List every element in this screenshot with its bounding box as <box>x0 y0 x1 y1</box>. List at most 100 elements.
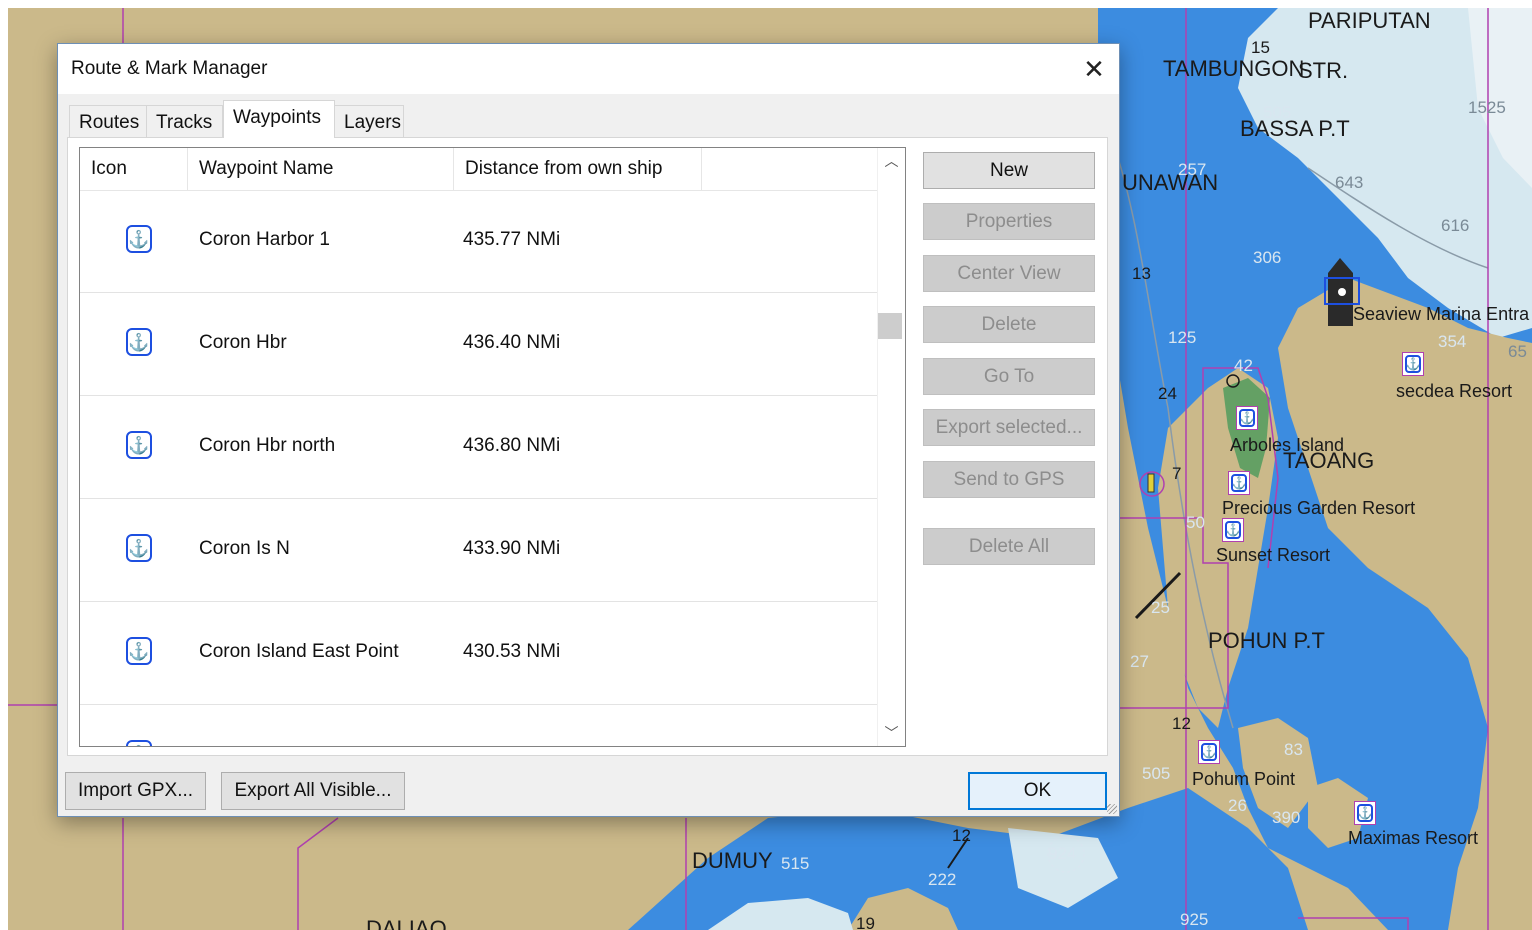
properties-button[interactable]: Properties <box>923 203 1095 240</box>
scrollbar-thumb[interactable] <box>878 313 902 339</box>
waypoint-name: Coron Hbr <box>199 332 287 353</box>
tab-layers[interactable]: Layers <box>334 105 404 137</box>
waypoint-name: Coron Harbor 1 <box>199 229 330 250</box>
list-item[interactable]: ⚓ Coron Harbor 1 435.77 NMi <box>80 190 878 293</box>
column-header-icon[interactable]: Icon <box>80 148 188 190</box>
delete-all-button[interactable]: Delete All <box>923 528 1095 565</box>
chart-label: STR. <box>1298 58 1349 83</box>
chart-label: BASSA P.T <box>1240 116 1350 141</box>
depth-label: 12 <box>952 826 971 845</box>
waypoint-list[interactable]: Icon Waypoint Name Distance from own shi… <box>79 147 906 747</box>
depth-label: 925 <box>1180 910 1209 929</box>
depth-label: 125 <box>1168 328 1197 347</box>
depth-label: 1525 <box>1468 98 1506 117</box>
chart-label: DALIAO <box>366 916 447 930</box>
list-item[interactable]: ⚓ Coron Island East Point 430.53 NMi <box>80 602 878 705</box>
go-to-button[interactable]: Go To <box>923 358 1095 395</box>
waypoint-distance: 436.80 NMi <box>463 435 561 456</box>
list-scrollbar[interactable]: ︿ ﹀ <box>877 148 905 746</box>
anchor-icon: ⚓ <box>126 740 152 746</box>
anchor-icon: ⚓ <box>126 431 152 459</box>
depth-label: 13 <box>1132 264 1151 283</box>
depth-label: 26 <box>1228 796 1247 815</box>
waypoint-label[interactable]: Precious Garden Resort <box>1222 498 1415 519</box>
depth-label: 354 <box>1438 332 1467 351</box>
depth-label: 24 <box>1158 384 1177 403</box>
depth-label: 306 <box>1253 248 1282 267</box>
depth-label: 505 <box>1142 764 1171 783</box>
tab-routes[interactable]: Routes <box>69 105 147 137</box>
export-all-visible-button[interactable]: Export All Visible... <box>221 772 405 810</box>
column-header-distance[interactable]: Distance from own ship <box>454 148 702 190</box>
waypoint-label[interactable]: Seaview Marina Entra <box>1353 304 1529 325</box>
anchor-icon[interactable]: ⚓ <box>1402 352 1424 376</box>
depth-label: 257 <box>1178 160 1207 179</box>
anchor-icon: ⚓ <box>126 328 152 356</box>
depth-label: 616 <box>1441 216 1470 235</box>
waypoint-distance: 430.53 NMi <box>463 641 561 662</box>
waypoints-panel: Icon Waypoint Name Distance from own shi… <box>67 137 1108 756</box>
import-gpx-button[interactable]: Import GPX... <box>65 772 206 810</box>
waypoint-distance: 436.40 NMi <box>463 332 561 353</box>
waypoint-distance: 435.77 NMi <box>463 229 561 250</box>
depth-label: 643 <box>1335 173 1364 192</box>
list-item[interactable]: ⚓ Coron Hbr 436.40 NMi <box>80 293 878 396</box>
anchor-icon: ⚓ <box>126 637 152 665</box>
anchor-icon[interactable]: ⚓ <box>1228 471 1250 495</box>
waypoint-name: Coron Hbr north <box>199 435 336 456</box>
ok-button[interactable]: OK <box>968 772 1107 810</box>
waypoint-label[interactable]: Pohum Point <box>1192 769 1295 790</box>
delete-button[interactable]: Delete <box>923 306 1095 343</box>
route-mark-manager-dialog: Route & Mark Manager ✕ Routes Tracks Way… <box>57 43 1120 817</box>
waypoint-name: Coron Island East Point <box>199 641 399 662</box>
tab-waypoints[interactable]: Waypoints <box>223 100 335 138</box>
depth-label: 12 <box>1172 714 1191 733</box>
waypoint-name: Coron Is N <box>199 538 290 559</box>
list-item[interactable]: ⚓ Coron Is N 433.90 NMi <box>80 499 878 602</box>
depth-label: 25 <box>1151 598 1170 617</box>
dialog-titlebar[interactable]: Route & Mark Manager ✕ <box>58 44 1119 94</box>
waypoint-label[interactable]: Sunset Resort <box>1216 545 1330 566</box>
depth-label: 515 <box>781 854 810 873</box>
scroll-up-icon[interactable]: ︿ <box>878 148 905 174</box>
anchor-icon[interactable]: ⚓ <box>1222 518 1244 542</box>
depth-label: 924 <box>1048 844 1077 863</box>
waypoint-distance: 433.90 NMi <box>463 538 561 559</box>
anchor-icon: ⚓ <box>126 534 152 562</box>
depth-label: 42 <box>1234 356 1253 375</box>
column-header-name[interactable]: Waypoint Name <box>188 148 454 190</box>
chart-label: POHUN P.T <box>1208 628 1325 653</box>
depth-label: 27 <box>1130 652 1149 671</box>
anchor-icon: ⚓ <box>126 225 152 253</box>
depth-label: 390 <box>1272 808 1301 827</box>
waypoint-label[interactable]: Maximas Resort <box>1348 828 1478 849</box>
list-item-partial[interactable]: ⚓ <box>80 705 878 746</box>
anchor-icon[interactable]: ⚓ <box>1198 740 1220 764</box>
chart-label: PARIPUTAN <box>1308 8 1431 33</box>
send-to-gps-button[interactable]: Send to GPS <box>923 461 1095 498</box>
depth-label: 15 <box>1251 38 1270 57</box>
dialog-title: Route & Mark Manager <box>71 58 268 79</box>
waypoint-label[interactable]: Arboles Island <box>1230 435 1344 456</box>
anchor-icon[interactable]: ⚓ <box>1236 406 1258 430</box>
chart-label: TAMBUNGON <box>1163 56 1305 81</box>
close-icon[interactable]: ✕ <box>1077 52 1111 86</box>
tab-tracks[interactable]: Tracks <box>146 105 223 137</box>
depth-label: 7 <box>1172 464 1182 483</box>
waypoint-label[interactable]: secdea Resort <box>1396 381 1512 402</box>
export-selected-button[interactable]: Export selected... <box>923 409 1095 446</box>
scroll-down-icon[interactable]: ﹀ <box>878 720 905 746</box>
list-header: Icon Waypoint Name Distance from own shi… <box>80 148 878 191</box>
chart-label: DUMUY <box>692 848 773 873</box>
depth-label: 505 <box>1263 103 1292 122</box>
anchor-icon[interactable]: ⚓ <box>1354 801 1376 825</box>
list-item[interactable]: ⚓ Coron Hbr north 436.80 NMi <box>80 396 878 499</box>
resize-grip-icon[interactable] <box>1107 804 1117 814</box>
depth-label: 222 <box>928 870 957 889</box>
depth-label: 83 <box>1284 740 1303 759</box>
depth-label: 65 <box>1508 342 1527 361</box>
depth-label: 19 <box>856 914 875 930</box>
depth-label: 50 <box>1186 513 1205 532</box>
center-view-button[interactable]: Center View <box>923 255 1095 292</box>
new-button[interactable]: New <box>923 152 1095 189</box>
